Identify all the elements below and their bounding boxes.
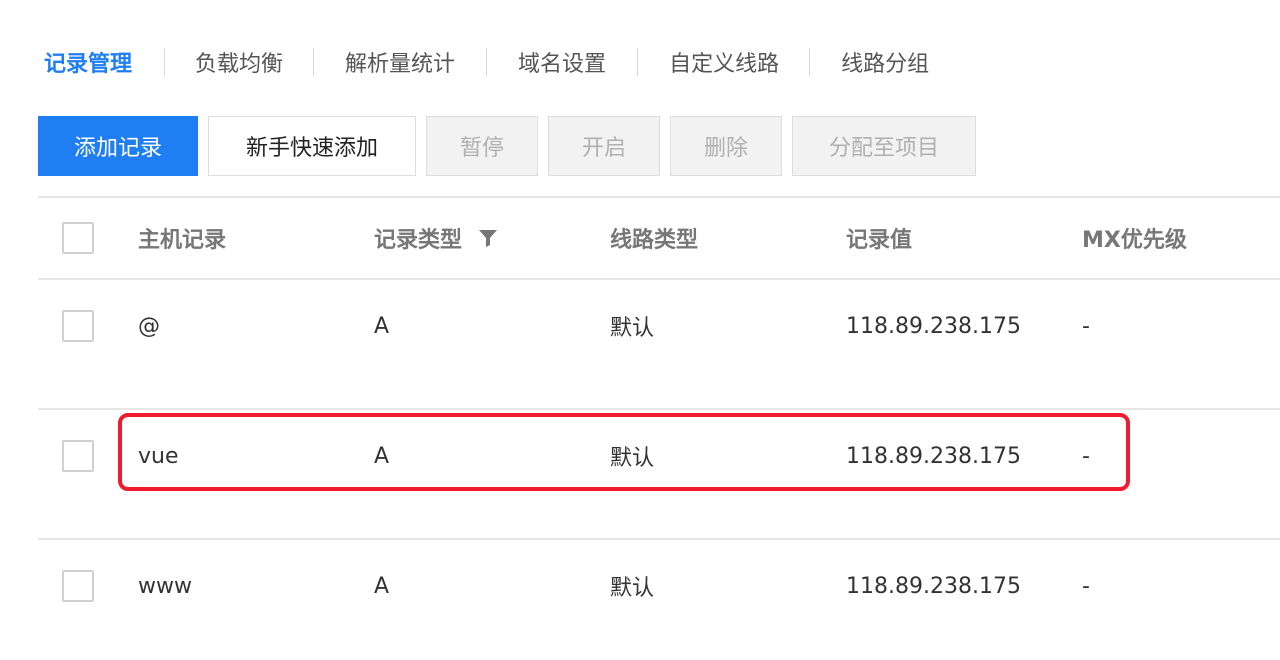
cell-host[interactable]: www [138, 566, 192, 606]
tab-line-groups[interactable]: 线路分组 [841, 46, 929, 78]
row-checkbox[interactable] [62, 310, 94, 342]
cell-value: 118.89.238.175 [846, 443, 1021, 469]
cell-type: A [374, 573, 390, 599]
cell-line: 默认 [610, 446, 655, 471]
tab-divider [809, 48, 811, 76]
column-header-type: 记录类型 [374, 198, 498, 278]
table-row: www A 默认 118.89.238.175 - [38, 540, 1280, 660]
tab-divider [313, 48, 315, 76]
row-checkbox[interactable] [62, 570, 94, 602]
table-row: vue A 默认 118.89.238.175 - [38, 410, 1280, 540]
dns-record-page: 记录管理 负载均衡 解析量统计 域名设置 自定义线路 线路分组 添加记录 新手快… [0, 0, 1280, 660]
tab-divider [486, 48, 488, 76]
column-header-type-label: 记录类型 [374, 228, 463, 253]
tab-load-balancing[interactable]: 负载均衡 [195, 46, 283, 78]
cell-line: 默认 [610, 576, 655, 601]
delete-button[interactable]: 删除 [670, 116, 782, 176]
filter-icon[interactable] [478, 228, 498, 248]
cell-host[interactable]: @ [138, 306, 160, 346]
cell-mx: - [1082, 573, 1090, 599]
cell-mx: - [1082, 313, 1090, 339]
cell-host[interactable]: vue [138, 436, 179, 476]
column-header-host: 主机记录 [138, 228, 227, 253]
tab-divider [164, 48, 166, 76]
column-header-mx: MX优先级 [1082, 228, 1187, 253]
tab-domain-settings[interactable]: 域名设置 [518, 46, 606, 78]
cell-type: A [374, 313, 390, 339]
table-header: 主机记录 记录类型 线路类型 记录值 MX优先级 [38, 198, 1280, 280]
cell-value: 118.89.238.175 [846, 313, 1021, 339]
cell-line: 默认 [610, 316, 655, 341]
assign-project-button[interactable]: 分配至项目 [792, 116, 976, 176]
cell-type: A [374, 443, 390, 469]
column-header-line: 线路类型 [610, 228, 699, 253]
action-toolbar: 添加记录 新手快速添加 暂停 开启 删除 分配至项目 [38, 116, 986, 176]
column-header-value: 记录值 [846, 228, 913, 253]
tab-resolution-stats[interactable]: 解析量统计 [345, 46, 455, 78]
tab-custom-lines[interactable]: 自定义线路 [669, 46, 779, 78]
cell-value: 118.89.238.175 [846, 573, 1021, 599]
pause-button[interactable]: 暂停 [426, 116, 538, 176]
add-record-button[interactable]: 添加记录 [38, 116, 198, 176]
tab-bar: 记录管理 负载均衡 解析量统计 域名设置 自定义线路 线路分组 [0, 40, 929, 84]
cell-mx: - [1082, 443, 1090, 469]
enable-button[interactable]: 开启 [548, 116, 660, 176]
select-all-checkbox[interactable] [62, 222, 94, 254]
tab-divider [637, 48, 639, 76]
tab-record-management[interactable]: 记录管理 [44, 46, 132, 78]
quick-add-button[interactable]: 新手快速添加 [208, 116, 416, 176]
row-checkbox[interactable] [62, 440, 94, 472]
table-row: @ A 默认 118.89.238.175 - [38, 280, 1280, 410]
